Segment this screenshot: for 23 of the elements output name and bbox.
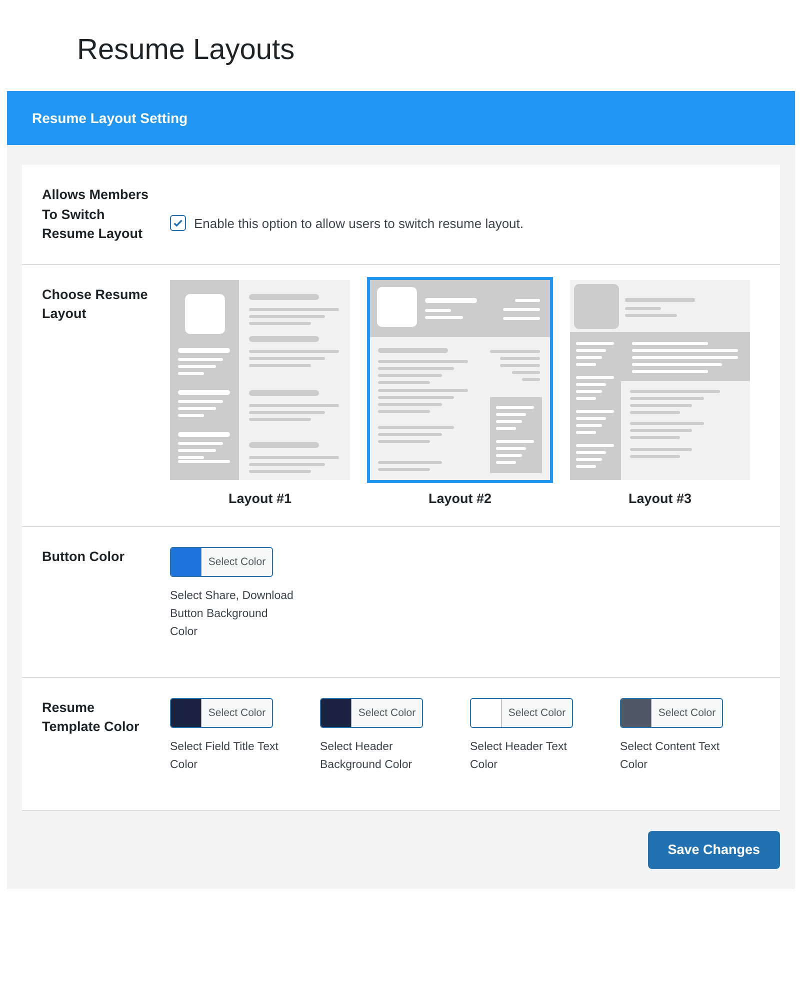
setting-label: Choose Resume Layout: [42, 286, 149, 323]
color-picker-button[interactable]: Select Color: [170, 546, 273, 576]
setting-label: Allows Members To Switch Resume Layout: [42, 186, 150, 243]
checkbox-label: Enable this option to allow users to switch resume layout.: [194, 216, 524, 230]
color-picker-button[interactable]: Select Color: [170, 698, 273, 728]
color-picker-button[interactable]: Select Color: [620, 698, 723, 728]
color-description: Select Content Text Color: [620, 740, 721, 772]
setting-label: Resume Template Color: [42, 698, 140, 736]
checkbox[interactable]: [170, 215, 186, 231]
setting-label: Button Color: [42, 548, 126, 566]
check-icon: [172, 217, 184, 229]
layout-thumbnail[interactable]: [367, 276, 553, 482]
color-picker-button[interactable]: Select Color: [470, 698, 573, 728]
color-description: Select Header Text Color: [470, 740, 568, 772]
color-description: Select Field Title Text Color: [170, 740, 280, 772]
layout-caption: Layout #2: [428, 490, 492, 506]
layout-caption: Layout #3: [628, 490, 692, 506]
layout-caption: Layout #1: [228, 490, 292, 506]
color-description: Select Header Background Color: [320, 740, 414, 772]
panel-title: Resume Layout Setting: [32, 110, 188, 126]
color-description: Select Share, Download Button Background Color: [170, 588, 294, 640]
color-picker-button[interactable]: Select Color: [320, 698, 423, 728]
save-button[interactable]: Save Changes: [648, 830, 780, 868]
